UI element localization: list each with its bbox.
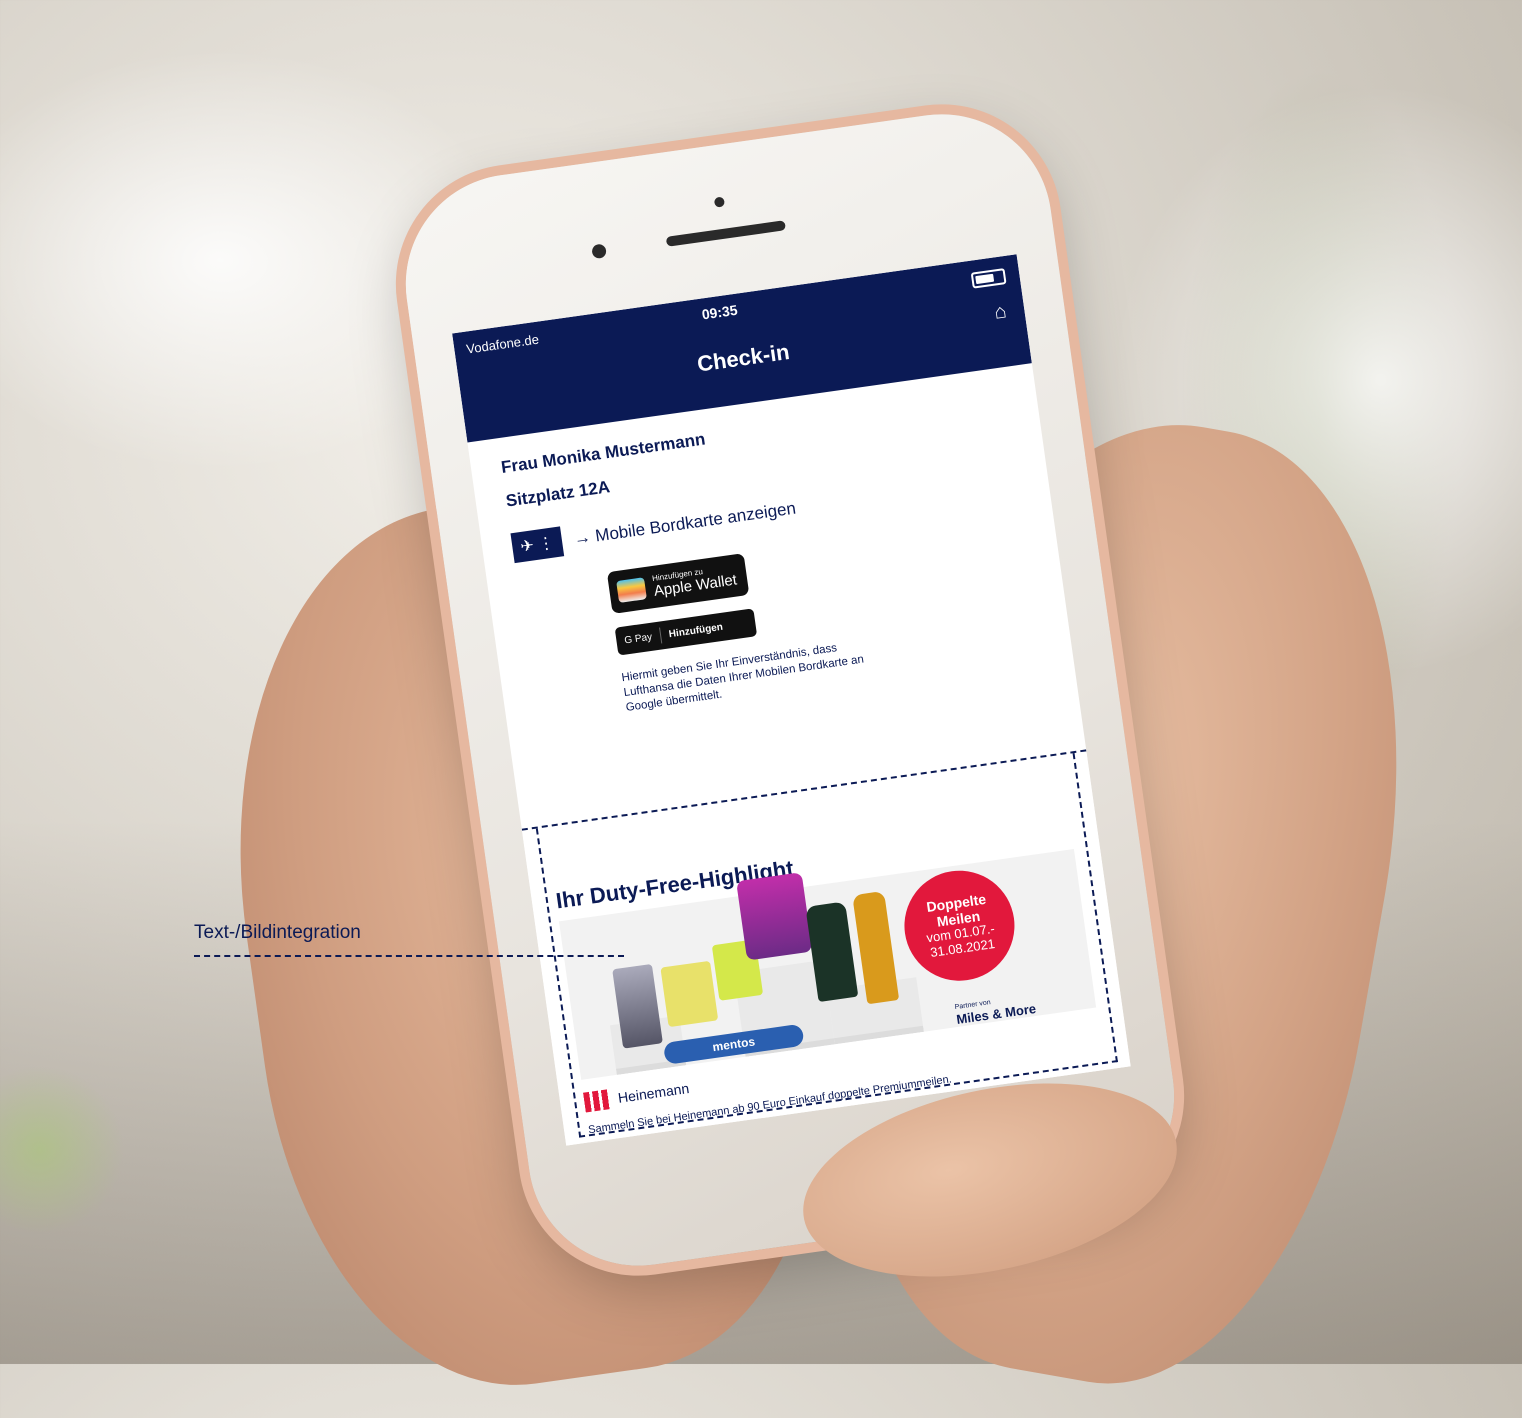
heinemann-brand: Heinemann bbox=[583, 1078, 690, 1113]
status-time: 09:35 bbox=[700, 301, 739, 323]
boarding-pass-row[interactable]: ✈ ⋮ → Mobile Bordkarte anzeigen bbox=[510, 462, 1019, 564]
annotation-line bbox=[194, 955, 624, 957]
heinemann-name: Heinemann bbox=[616, 1080, 691, 1106]
google-pay-label: Hinzufügen bbox=[668, 621, 724, 640]
checkin-content: Frau Monika Mustermann Sitzplatz 12A ✈ ⋮… bbox=[500, 387, 1043, 728]
wallet-icon bbox=[616, 577, 647, 603]
google-pay-button[interactable]: G Pay Hinzufügen bbox=[614, 608, 758, 656]
background-scene: Vodafone.de 09:35 ⌂ Check-in Frau Monika… bbox=[0, 0, 1522, 1418]
phone-screen: Vodafone.de 09:35 ⌂ Check-in Frau Monika… bbox=[452, 254, 1131, 1146]
apple-wallet-text: Hinzufügen zu Apple Wallet bbox=[651, 562, 738, 600]
heinemann-logo-icon bbox=[583, 1089, 612, 1113]
google-pay-separator bbox=[658, 627, 663, 644]
fragrance-box bbox=[660, 960, 719, 1028]
front-camera bbox=[591, 243, 607, 260]
apple-wallet-button[interactable]: Hinzufügen zu Apple Wallet bbox=[606, 553, 750, 614]
candy-bag bbox=[736, 872, 813, 961]
sensor-dot bbox=[713, 196, 726, 208]
carrier-label: Vodafone.de bbox=[465, 331, 540, 357]
annotation-label: Text-/Bildintegration bbox=[194, 922, 361, 943]
boarding-pass-link[interactable]: → Mobile Bordkarte anzeigen bbox=[573, 499, 798, 550]
plane-icon: ✈ ⋮ bbox=[510, 526, 565, 564]
earpiece-speaker bbox=[665, 220, 786, 247]
google-pay-brand: G Pay bbox=[623, 631, 653, 646]
battery-icon bbox=[970, 268, 1007, 289]
